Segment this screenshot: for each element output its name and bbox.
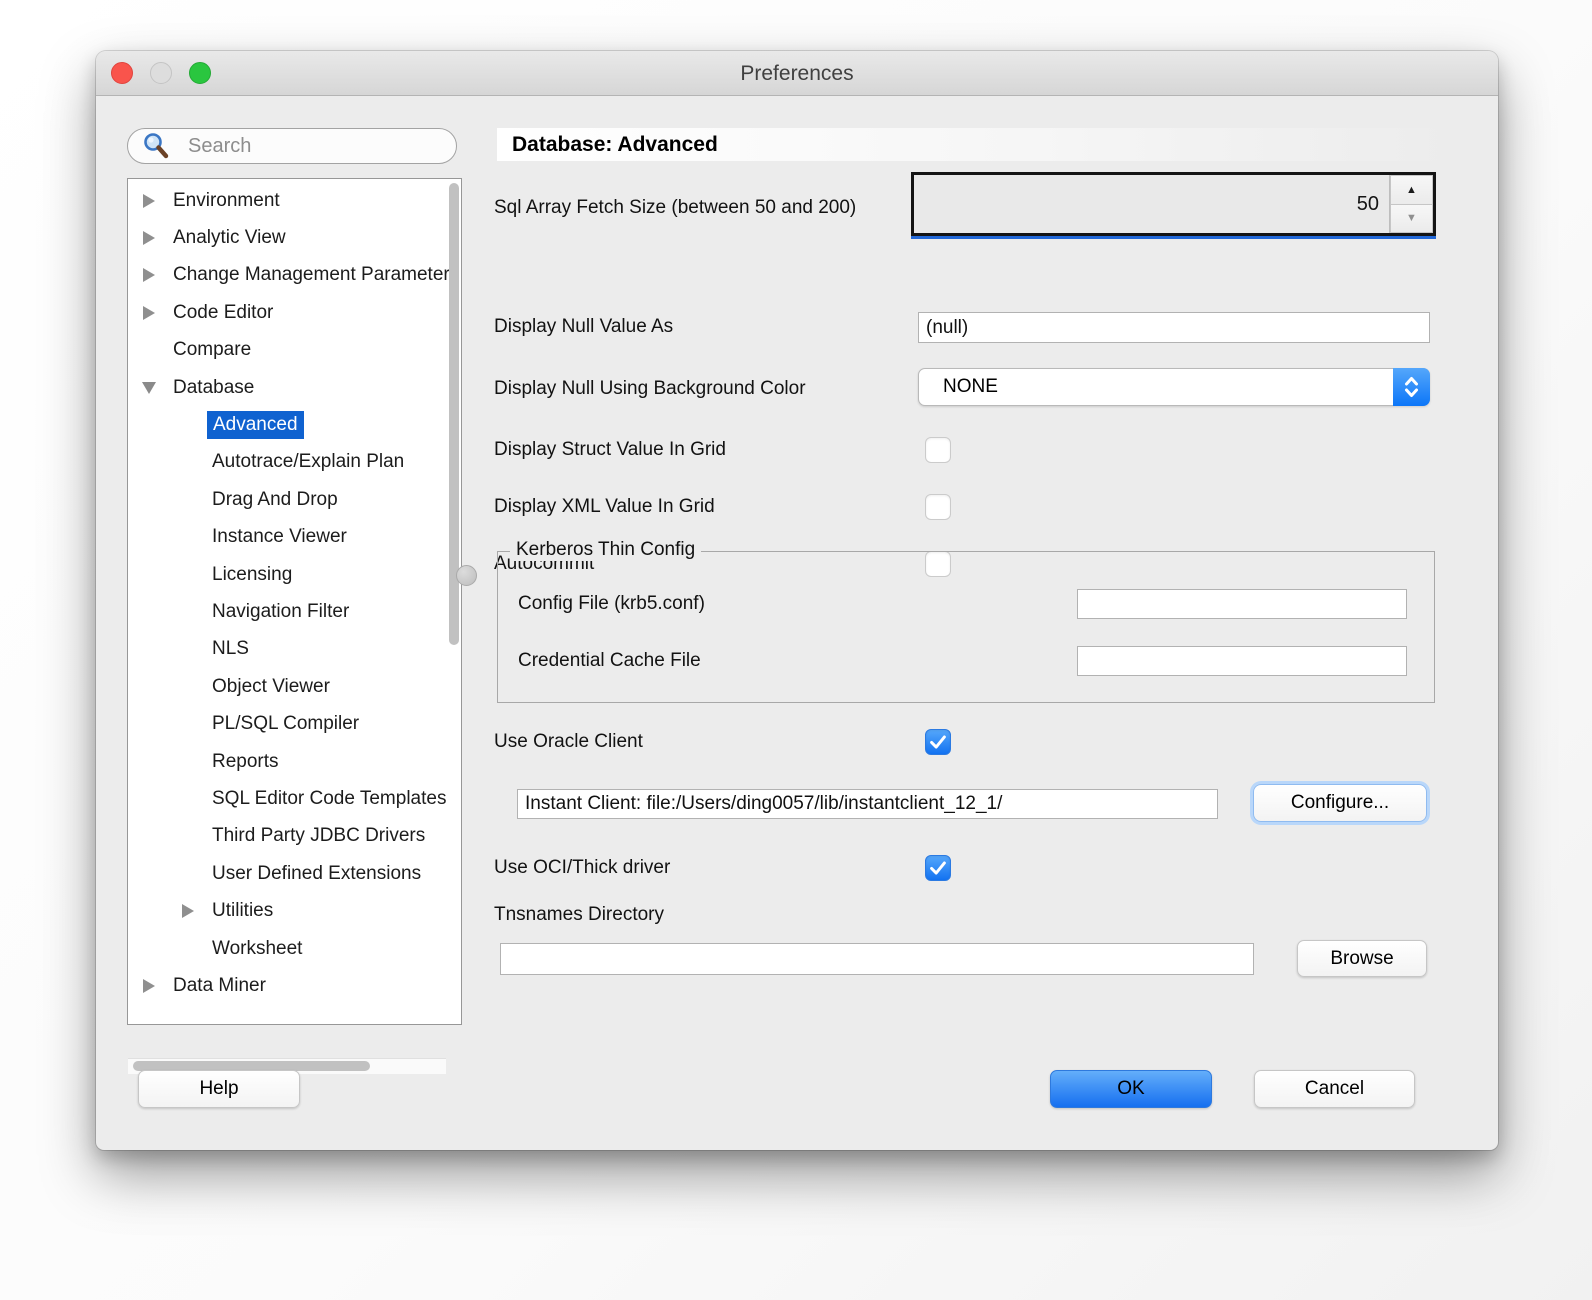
tree-item-label[interactable]: Data Miner <box>173 975 266 997</box>
tree-item-environment[interactable]: Environment <box>128 182 461 219</box>
search-placeholder: Search <box>188 134 252 157</box>
tree-item-third-party-jdbc-drivers[interactable]: Third Party JDBC Drivers <box>128 818 461 855</box>
tree-item-database[interactable]: Database <box>128 369 461 406</box>
spinner-down-icon[interactable]: ▼ <box>1390 204 1433 233</box>
tnsnames-input[interactable] <box>500 943 1254 975</box>
config-file-label: Config File (krb5.conf) <box>518 593 705 614</box>
tree-item-advanced[interactable]: Advanced <box>128 406 461 443</box>
tree-item-label[interactable]: Environment <box>173 190 280 212</box>
tree-item-navigation-filter[interactable]: Navigation Filter <box>128 593 461 630</box>
splitter-handle[interactable] <box>456 565 477 586</box>
fetch-size-label: Sql Array Fetch Size (between 50 and 200… <box>494 197 857 218</box>
tree-item-sql-editor-code-templates[interactable]: SQL Editor Code Templates <box>128 780 461 817</box>
null-bg-selected-value: NONE <box>943 376 998 397</box>
tree-item-label[interactable]: PL/SQL Compiler <box>212 713 359 735</box>
null-value-input[interactable]: (null) <box>918 312 1430 343</box>
tree-item-label[interactable]: NLS <box>212 638 249 660</box>
expand-arrow-icon[interactable] <box>138 382 160 394</box>
spinner-focus-underline <box>911 236 1436 239</box>
tree[interactable]: Environment Analytic View Change Managemen… <box>127 178 462 1025</box>
tree-item-object-viewer[interactable]: Object Viewer <box>128 668 461 705</box>
kerberos-group-title: Kerberos Thin Config <box>510 539 702 561</box>
tree-item-code-editor[interactable]: Code Editor <box>128 294 461 331</box>
tree-item-label[interactable]: User Defined Extensions <box>212 863 421 885</box>
use-oci-checkbox[interactable] <box>925 855 951 881</box>
fetch-size-spinner[interactable]: 50 ▲ ▼ <box>911 172 1436 236</box>
tree-item-label[interactable]: Third Party JDBC Drivers <box>212 825 425 847</box>
tree-item-label[interactable]: Analytic View <box>173 227 286 249</box>
tree-item-label[interactable]: Navigation Filter <box>212 601 349 623</box>
window-title: Preferences <box>740 62 854 85</box>
tree-item-autotrace-explain-plan[interactable]: Autotrace/Explain Plan <box>128 444 461 481</box>
tree-item-label[interactable]: SQL Editor Code Templates <box>212 788 446 810</box>
use-oracle-client-checkbox[interactable] <box>925 729 951 755</box>
collapse-arrow-icon[interactable] <box>138 979 160 993</box>
tree-item-label[interactable]: Code Editor <box>173 302 273 324</box>
null-value-text: (null) <box>926 316 969 338</box>
panel-header: Database: Advanced <box>497 128 1460 161</box>
tree-item-worksheet[interactable]: Worksheet <box>128 930 461 967</box>
tree-item-label[interactable]: Worksheet <box>212 938 302 960</box>
tree-item-label[interactable]: Advanced <box>207 411 304 440</box>
instant-client-text: Instant Client: file:/Users/ding0057/lib… <box>525 793 1003 814</box>
tree-item-label[interactable]: Instance Viewer <box>212 526 347 548</box>
tree-item-label[interactable]: Object Viewer <box>212 676 330 698</box>
tree-item-compare[interactable]: Compare <box>128 332 461 369</box>
tree-item-label[interactable]: Utilities <box>212 900 273 922</box>
tree-item-reports[interactable]: Reports <box>128 743 461 780</box>
check-icon <box>930 861 946 875</box>
collapse-arrow-icon[interactable] <box>138 306 160 320</box>
check-icon <box>930 735 946 749</box>
display-struct-label: Display Struct Value In Grid <box>494 439 726 460</box>
null-bg-label: Display Null Using Background Color <box>494 378 806 399</box>
config-file-input[interactable] <box>1077 589 1407 619</box>
tree-item-nls[interactable]: NLS <box>128 631 461 668</box>
cancel-button[interactable]: Cancel <box>1254 1070 1415 1108</box>
panel-title: Database: Advanced <box>512 132 718 156</box>
tree-item-analytic-view[interactable]: Analytic View <box>128 219 461 256</box>
tree-item-label[interactable]: Autotrace/Explain Plan <box>212 451 404 473</box>
use-oci-label: Use OCI/Thick driver <box>494 857 671 878</box>
tree-item-label[interactable]: Change Management Parameters <box>173 264 459 286</box>
instant-client-input[interactable]: Instant Client: file:/Users/ding0057/lib… <box>517 789 1218 819</box>
collapse-arrow-icon[interactable] <box>138 194 160 208</box>
display-xml-label: Display XML Value In Grid <box>494 496 715 517</box>
credential-cache-input[interactable] <box>1077 646 1407 676</box>
search-input[interactable]: Search <box>127 128 457 164</box>
collapse-arrow-icon[interactable] <box>138 268 160 282</box>
null-bg-select[interactable]: NONE <box>918 368 1430 406</box>
ok-button[interactable]: OK <box>1050 1070 1212 1108</box>
tree-item-user-defined-extensions[interactable]: User Defined Extensions <box>128 855 461 892</box>
collapse-arrow-icon[interactable] <box>138 231 160 245</box>
display-struct-checkbox[interactable] <box>925 437 951 463</box>
tree-item-change-management-parameters[interactable]: Change Management Parameters <box>128 257 461 294</box>
spinner-up-icon[interactable]: ▲ <box>1390 175 1433 205</box>
tree-item-utilities[interactable]: Utilities <box>128 892 461 929</box>
dropdown-chevrons-icon[interactable] <box>1393 368 1430 406</box>
collapse-arrow-icon[interactable] <box>177 904 199 918</box>
tree-item-data-miner[interactable]: Data Miner <box>128 967 461 1004</box>
preferences-window: Preferences Search Environment Analytic V… <box>96 51 1498 1150</box>
tree-item-label[interactable]: Drag And Drop <box>212 489 338 511</box>
search-icon <box>144 133 169 159</box>
tree-item-label[interactable]: Licensing <box>212 564 292 586</box>
tree-item-label[interactable]: Database <box>173 377 254 399</box>
use-oracle-client-label: Use Oracle Client <box>494 731 643 752</box>
null-value-label: Display Null Value As <box>494 316 674 337</box>
tree-item-drag-and-drop[interactable]: Drag And Drop <box>128 481 461 518</box>
tree-item-pl-sql-compiler[interactable]: PL/SQL Compiler <box>128 705 461 742</box>
tree-item-licensing[interactable]: Licensing <box>128 556 461 593</box>
tree-item-label[interactable]: Reports <box>212 751 279 773</box>
kerberos-group: Kerberos Thin Config Config File (krb5.c… <box>497 539 1435 703</box>
fetch-size-value[interactable]: 50 <box>914 193 1389 216</box>
display-xml-checkbox[interactable] <box>925 494 951 520</box>
tnsnames-label: Tnsnames Directory <box>494 904 664 925</box>
tree-item-label[interactable]: Compare <box>173 339 251 361</box>
browse-button[interactable]: Browse <box>1297 940 1427 977</box>
title-bar[interactable]: Preferences <box>96 51 1498 96</box>
tree-item-instance-viewer[interactable]: Instance Viewer <box>128 519 461 556</box>
credential-cache-label: Credential Cache File <box>518 650 701 671</box>
configure-button[interactable]: Configure... <box>1253 784 1427 822</box>
help-button[interactable]: Help <box>138 1070 300 1108</box>
